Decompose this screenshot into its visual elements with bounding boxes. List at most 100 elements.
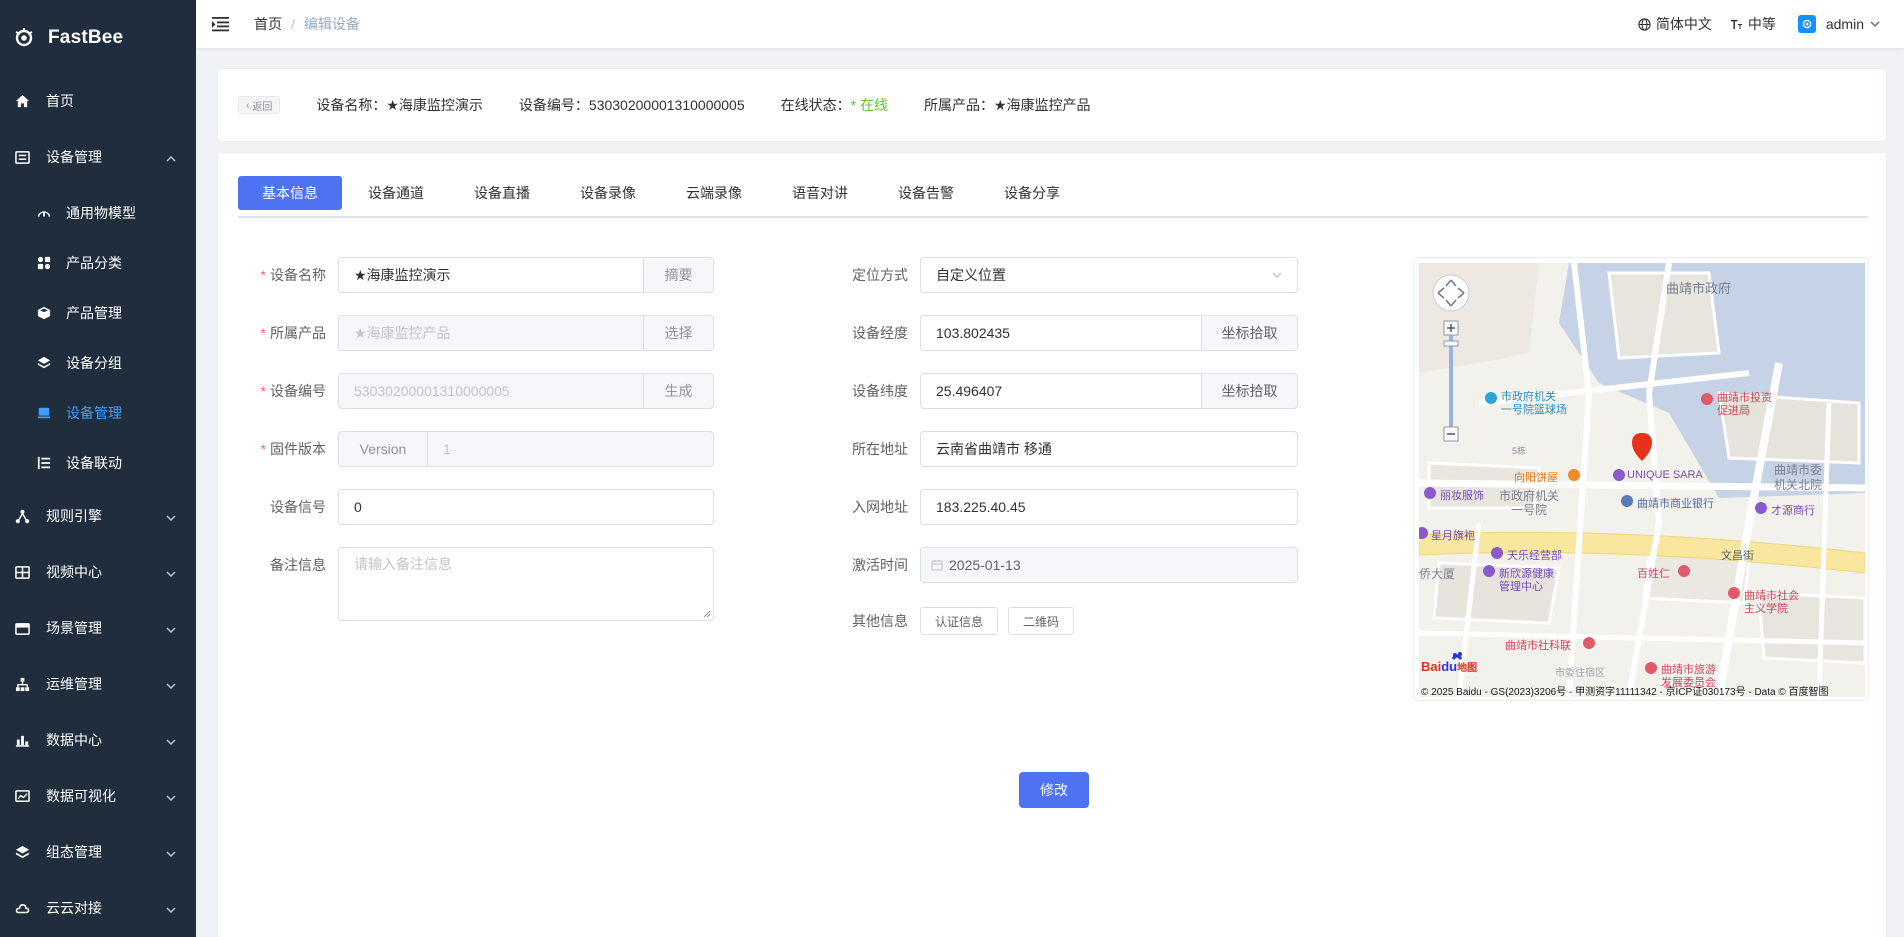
tab-device-live[interactable]: 设备直播: [450, 176, 554, 210]
product-input[interactable]: ★海康监控产品: [338, 315, 644, 351]
dashboard-icon: [14, 788, 30, 804]
signal-input[interactable]: 0: [338, 489, 714, 525]
sidebar-item-scene-management[interactable]: 场景管理: [0, 600, 196, 656]
active-time-value: 2025-01-13: [949, 557, 1021, 573]
form-item-active-time: 激活时间 2025-01-13: [836, 547, 1298, 583]
info-device-name: 设备名称：★海康监控演示: [316, 97, 483, 113]
edit-device-card: 基本信息 设备通道 设备直播 设备录像 云端录像 语音对讲 设备告警 设备分享 …: [217, 152, 1887, 937]
latitude-input[interactable]: 25.496407: [920, 373, 1202, 409]
sidebar-item-label: 场景管理: [46, 620, 102, 636]
sidebar-item-label: 设备管理: [46, 149, 102, 165]
home-icon: [14, 93, 30, 109]
pick-latitude-button[interactable]: 坐标拾取: [1202, 373, 1298, 409]
map-label: 才源商行: [1771, 505, 1815, 517]
sidebar-subitem-device-linkage[interactable]: 设备联动: [0, 438, 196, 488]
sidebar-subitem-product-category[interactable]: 产品分类: [0, 238, 196, 288]
sidebar-item-data-visualization[interactable]: 数据可视化: [0, 768, 196, 824]
layers-icon: [36, 355, 52, 371]
layers-icon: [14, 844, 30, 860]
other-label: 其他信息: [852, 613, 908, 629]
remark-textarea[interactable]: 请输入备注信息: [338, 547, 714, 621]
sidebar-item-device-management[interactable]: 设备管理: [0, 126, 196, 188]
size-switch[interactable]: 中等: [1730, 14, 1776, 34]
sidebar-subitem-thing-model[interactable]: 通用物模型: [0, 188, 196, 238]
username: admin: [1825, 16, 1864, 32]
tab-device-channel[interactable]: 设备通道: [344, 176, 448, 210]
generate-button[interactable]: 生成: [644, 373, 714, 409]
firmware-input[interactable]: 1: [427, 431, 714, 467]
serial-input[interactable]: 53030200001310000005: [338, 373, 644, 409]
form-item-other: 其他信息 认证信息 二维码: [836, 607, 1084, 635]
select-product-button[interactable]: 选择: [644, 315, 714, 351]
map-label: 促进局: [1717, 405, 1750, 417]
bar-chart-icon: [14, 732, 30, 748]
sidebar-item-video-center[interactable]: 视频中心: [0, 544, 196, 600]
sidebar-subitem-device-group[interactable]: 设备分组: [0, 338, 196, 388]
tab-voice-talk[interactable]: 语音对讲: [768, 176, 872, 210]
sidebar-subitem-label: 产品管理: [66, 305, 122, 321]
summary-button[interactable]: 摘要: [644, 257, 714, 293]
size-label: 中等: [1747, 16, 1776, 32]
map-label: 曲靖市政府: [1666, 281, 1732, 296]
calendar-icon: [931, 560, 943, 571]
longitude-input[interactable]: 103.802435: [920, 315, 1202, 351]
breadcrumb-home[interactable]: 首页: [254, 14, 282, 34]
chevron-down-icon: [166, 678, 176, 689]
tab-cloud-recording[interactable]: 云端录像: [662, 176, 766, 210]
back-button[interactable]: ‹ 返回: [238, 96, 281, 114]
map-label: 丽妆服饰: [1440, 490, 1484, 502]
sidebar-subitem-device-management[interactable]: 设备管理: [0, 388, 196, 438]
sidebar-item-home[interactable]: 首页: [0, 76, 196, 126]
sidebar-item-label: 视频中心: [46, 564, 102, 580]
breadcrumb: 首页 / 编辑设备: [254, 14, 360, 34]
chevron-down-icon: [1870, 21, 1880, 27]
sidebar-item-ops-management[interactable]: 运维管理: [0, 656, 196, 712]
form-item-device-name: * 设备名称 ★海康监控演示 摘要: [254, 257, 714, 293]
sidebar-item-rule-engine[interactable]: 规则引擎: [0, 488, 196, 544]
form-item-product: * 所属产品 ★海康监控产品 选择: [254, 315, 714, 351]
chevron-down-icon: [166, 622, 176, 633]
sidebar-item-label: 数据中心: [46, 732, 102, 748]
menu-fold-icon[interactable]: [212, 14, 232, 34]
tab-device-share[interactable]: 设备分享: [980, 176, 1084, 210]
tab-device-recording[interactable]: 设备录像: [556, 176, 660, 210]
qrcode-button[interactable]: 二维码: [1008, 607, 1075, 635]
sidebar-item-cloud-integration[interactable]: 云云对接: [0, 880, 196, 936]
chevron-down-icon: [166, 734, 176, 745]
user-menu[interactable]: admin: [1797, 15, 1880, 33]
sidebar-item-label: 运维管理: [46, 676, 102, 692]
sidebar-item-label: 数据可视化: [46, 788, 116, 804]
modify-button[interactable]: 修改: [1019, 772, 1089, 808]
device-name-input[interactable]: ★海康监控演示: [338, 257, 644, 293]
tab-device-alarm[interactable]: 设备告警: [874, 176, 978, 210]
form-item-firmware: * 固件版本 Version 1: [254, 431, 714, 467]
sidebar-subitem-product-management[interactable]: 产品管理: [0, 288, 196, 338]
sidebar-item-configuration-management[interactable]: 组态管理: [0, 824, 196, 880]
baidu-map[interactable]: 曲靖市政府 市政府机关 一号院篮球场 曲靖市投资 促进局 5栋 向阳饼屋 UNI…: [1419, 263, 1865, 697]
form-item-remark: 备注信息 请输入备注信息: [254, 547, 714, 621]
chevron-down-icon: [166, 846, 176, 857]
sidebar-item-data-center[interactable]: 数据中心: [0, 712, 196, 768]
map-label: 市委住宿区: [1555, 668, 1605, 679]
active-time-input[interactable]: 2025-01-13: [920, 547, 1298, 583]
status-label: 在线状态：: [780, 97, 851, 113]
form-item-ip: 入网地址 183.225.40.45: [836, 489, 1298, 525]
auth-info-button[interactable]: 认证信息: [920, 607, 999, 635]
sidebar-subitem-label: 产品分类: [66, 255, 122, 271]
pick-longitude-button[interactable]: 坐标拾取: [1202, 315, 1298, 351]
remark-placeholder: 请输入备注信息: [354, 556, 452, 572]
language-label: 简体中文: [1655, 16, 1712, 32]
chevron-left-icon: ‹: [246, 99, 250, 111]
cube-icon: [36, 305, 52, 321]
app-logo[interactable]: FastBee: [0, 0, 196, 76]
address-input[interactable]: 云南省曲靖市 移通: [920, 431, 1298, 467]
scene-icon: [14, 620, 30, 636]
ip-input[interactable]: 183.225.40.45: [920, 489, 1298, 525]
chevron-down-icon: [166, 566, 176, 577]
tab-basic-info[interactable]: 基本信息: [238, 176, 342, 210]
signal-label: 设备信号: [270, 499, 326, 515]
locate-select[interactable]: 自定义位置: [920, 257, 1298, 293]
map-label: UNIQUE SARA: [1627, 469, 1703, 481]
sidebar-subitem-label: 通用物模型: [66, 205, 136, 221]
language-switch[interactable]: 简体中文: [1638, 14, 1712, 34]
